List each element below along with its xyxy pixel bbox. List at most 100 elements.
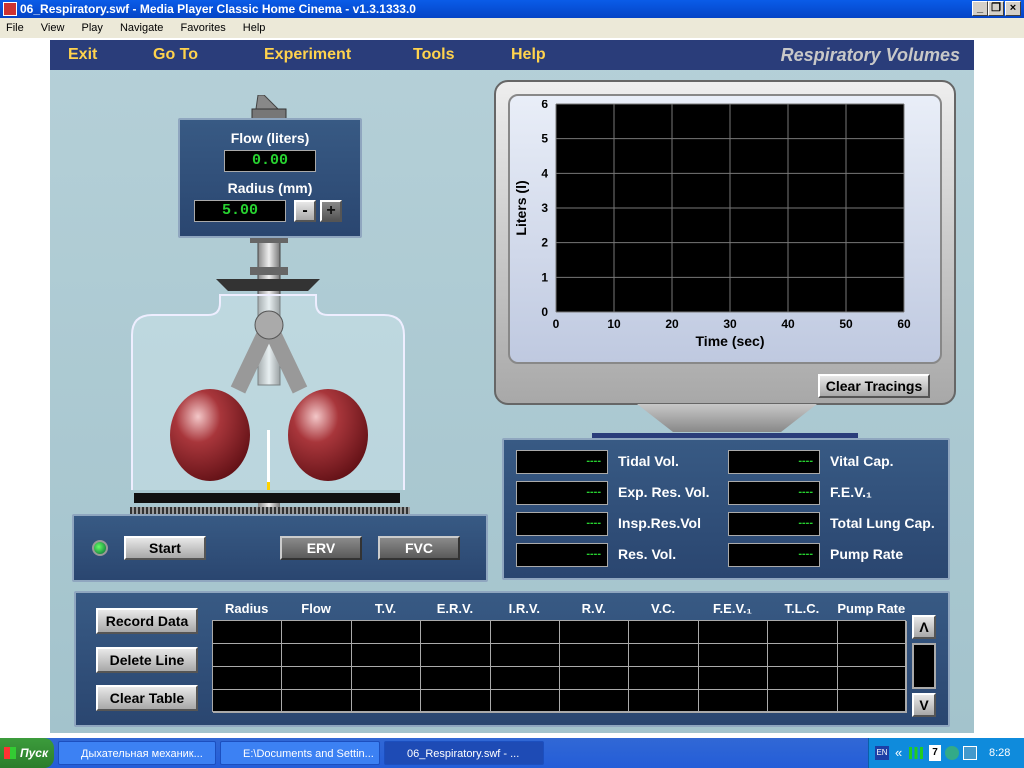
table-cell	[282, 690, 352, 713]
clock: 8:28	[989, 747, 1011, 759]
table-cell	[560, 644, 630, 667]
monitor-stand	[637, 404, 817, 432]
x-tick-label: 40	[781, 317, 795, 331]
pipe-collar-mid	[250, 267, 288, 275]
table-scroll-up-button[interactable]: Λ	[912, 615, 936, 639]
language-indicator[interactable]: EN	[875, 746, 889, 760]
delete-line-button[interactable]: Delete Line	[96, 647, 198, 673]
table-cell	[351, 644, 422, 667]
tray-badge-icon[interactable]: 7	[929, 745, 941, 761]
readout-display: ----	[728, 481, 820, 505]
window-titlebar[interactable]: 06_Respiratory.swf - Media Player Classi…	[0, 0, 1024, 18]
table-cell	[698, 690, 769, 713]
clear-tracings-button[interactable]: Clear Tracings	[818, 374, 930, 398]
readout-label: Total Lung Cap.	[830, 515, 935, 531]
table-cell	[560, 667, 630, 690]
app-menu-tools[interactable]: Tools	[413, 40, 454, 70]
y-axis-label: Liters (l)	[514, 180, 529, 235]
readout-panel: ---- Tidal Vol. ---- Exp. Res. Vol. ---- Insp…	[502, 438, 950, 580]
readout-display: ----	[516, 481, 608, 505]
table-header: Flow	[301, 601, 331, 616]
readout-display: ----	[728, 512, 820, 536]
table-cell	[837, 667, 907, 690]
app-menu-exit[interactable]: Exit	[68, 40, 97, 70]
status-led	[92, 540, 108, 556]
experiment-controls: Start ERV FVC	[72, 514, 488, 582]
readout-label: Vital Cap.	[830, 453, 894, 469]
maximize-button[interactable]: ❐	[988, 1, 1004, 16]
task-button-word[interactable]: Дыхательная механик...	[58, 741, 216, 765]
app-menubar: Exit Go To Experiment Tools Help Respira…	[50, 40, 974, 70]
menu-play[interactable]: Play	[82, 22, 103, 34]
y-tick-label: 0	[541, 305, 548, 319]
window-title: 06_Respiratory.swf - Media Player Classi…	[20, 2, 416, 16]
task-button-explorer[interactable]: E:\Documents and Settin...	[220, 741, 380, 765]
task-button-player[interactable]: 06_Respiratory.swf - ...	[384, 741, 544, 765]
table-header: E.R.V.	[436, 601, 474, 616]
table-scroll-down-button[interactable]: V	[912, 693, 936, 717]
table-cell	[351, 667, 422, 690]
task-label: 06_Respiratory.swf - ...	[407, 748, 520, 760]
start-button-os[interactable]: Пуск	[0, 738, 54, 768]
table-cell	[282, 621, 352, 644]
menu-help[interactable]: Help	[243, 22, 266, 34]
app-menu-experiment[interactable]: Experiment	[264, 40, 351, 70]
jar-lid	[216, 279, 320, 291]
table-header: Radius	[225, 601, 269, 616]
readout-label: Exp. Res. Vol.	[618, 484, 710, 500]
table-cell	[421, 667, 491, 690]
close-button[interactable]: ×	[1005, 1, 1021, 16]
signal-icon[interactable]	[909, 747, 923, 759]
table-header: R.V.	[581, 601, 606, 616]
readout-display: ----	[516, 512, 608, 536]
table-scroll-track[interactable]	[912, 643, 936, 689]
readout-label: Res. Vol.	[618, 546, 677, 562]
table-cell	[282, 644, 352, 667]
minimize-button[interactable]: _	[972, 1, 988, 16]
task-label: Дыхательная механик...	[81, 748, 203, 760]
x-tick-label: 10	[607, 317, 621, 331]
fvc-button[interactable]: FVC	[378, 536, 460, 560]
table-cell	[768, 621, 838, 644]
readout-display: ----	[728, 543, 820, 567]
radius-decrease-button[interactable]: -	[294, 200, 316, 222]
menu-view[interactable]: View	[41, 22, 65, 34]
table-cell	[837, 644, 907, 667]
record-data-button[interactable]: Record Data	[96, 608, 198, 634]
display-icon[interactable]	[963, 746, 977, 760]
menu-navigate[interactable]: Navigate	[120, 22, 163, 34]
y-tick-label: 3	[541, 201, 548, 215]
windows-logo-icon	[4, 747, 16, 759]
right-lung	[288, 389, 368, 481]
start-label: Пуск	[20, 746, 49, 760]
table-header: T.L.C.	[784, 601, 820, 616]
menu-file[interactable]: File	[6, 22, 24, 34]
y-tick-label: 6	[541, 100, 548, 111]
y-junction	[254, 310, 284, 340]
clear-table-button[interactable]: Clear Table	[96, 685, 198, 711]
jar-base	[130, 507, 410, 514]
start-button[interactable]: Start	[124, 536, 206, 560]
menu-favorites[interactable]: Favorites	[180, 22, 225, 34]
left-lung	[170, 389, 250, 481]
table-cell	[698, 621, 769, 644]
app-menu-goto[interactable]: Go To	[153, 40, 198, 70]
readout-display: ----	[728, 450, 820, 474]
table-cell	[490, 644, 560, 667]
table-cell	[213, 690, 283, 713]
tray-expand-icon[interactable]: «	[895, 738, 902, 768]
erv-button[interactable]: ERV	[280, 536, 362, 560]
valve-cap	[255, 95, 280, 110]
network-globe-icon[interactable]	[945, 746, 959, 760]
table-cell	[629, 644, 699, 667]
x-tick-label: 50	[839, 317, 853, 331]
radius-label: Radius (mm)	[227, 180, 313, 196]
pressure-indicator-tip	[267, 482, 270, 490]
volume-chart: 0 10 20 30 40 50 60 0 1 2 3 4 5 6 Time (sec) Liters (l)	[514, 100, 911, 349]
table-header: F.E.V.₁	[713, 601, 752, 616]
task-label: E:\Documents and Settin...	[243, 748, 374, 760]
x-tick-label: 0	[553, 317, 560, 331]
radius-increase-button[interactable]: +	[320, 200, 342, 222]
app-menu-help[interactable]: Help	[511, 40, 546, 70]
diaphragm-bar	[134, 493, 400, 503]
